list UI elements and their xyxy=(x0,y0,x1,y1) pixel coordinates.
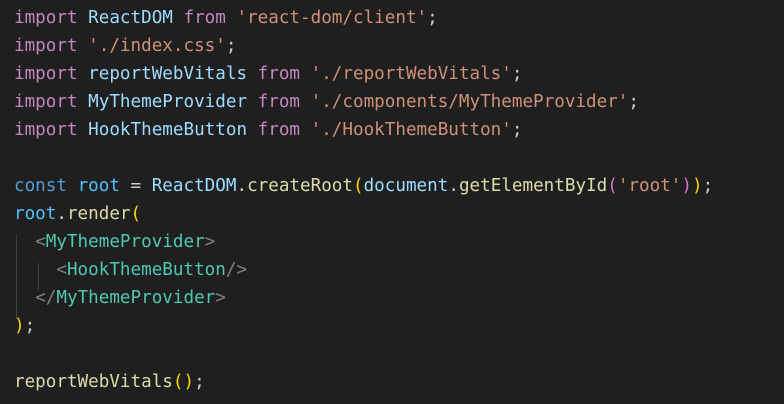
code-token: ; xyxy=(225,36,237,56)
code-token: > xyxy=(215,288,226,308)
code-token: MyThemeProvider xyxy=(56,288,216,308)
code-token: MyThemeProvider xyxy=(88,92,248,112)
code-token: ) xyxy=(14,316,25,336)
code-token: . xyxy=(236,176,248,196)
code-token: document xyxy=(363,176,449,196)
code-token: 'react-dom/client' xyxy=(236,8,428,28)
code-line[interactable]: ); xyxy=(14,312,35,340)
code-token: './HookThemeButton' xyxy=(310,120,512,140)
code-line[interactable]: import reportWebVitals from './reportWeb… xyxy=(14,60,522,88)
code-token: root xyxy=(77,176,120,196)
code-token: import xyxy=(14,36,78,56)
code-token: ) xyxy=(183,372,195,392)
code-token: import xyxy=(14,92,78,112)
code-line[interactable]: const root = ReactDOM.createRoot(documen… xyxy=(14,172,713,200)
code-token: ; xyxy=(24,316,36,336)
code-line[interactable]: root.render( xyxy=(14,200,141,228)
code-line[interactable]: import MyThemeProvider from './component… xyxy=(14,88,639,116)
code-token: './index.css' xyxy=(88,36,226,56)
code-token: = xyxy=(119,176,152,196)
code-token: . xyxy=(448,176,459,196)
code-token: from xyxy=(257,92,301,112)
code-token: < xyxy=(35,232,46,252)
code-token: root xyxy=(14,204,57,224)
code-token: /> xyxy=(225,260,248,280)
code-token: from xyxy=(257,120,301,140)
code-token: render xyxy=(66,204,131,224)
code-token: HookThemeButton xyxy=(66,260,226,280)
code-token: ( xyxy=(607,176,618,196)
code-token: HookThemeButton xyxy=(88,120,248,140)
code-token: reportWebVitals xyxy=(88,64,248,84)
code-token: MyThemeProvider xyxy=(45,232,205,252)
code-line[interactable]: </MyThemeProvider> xyxy=(14,284,226,312)
code-token: ( xyxy=(130,204,142,224)
code-token: ) xyxy=(681,176,692,196)
code-line[interactable]: <MyThemeProvider> xyxy=(14,228,215,256)
code-token: ; xyxy=(194,372,205,392)
code-token: ; xyxy=(702,176,714,196)
code-token: ; xyxy=(427,8,438,28)
code-line[interactable]: <HookThemeButton/> xyxy=(14,256,247,284)
code-token: < xyxy=(56,260,67,280)
code-token: </ xyxy=(35,288,57,308)
code-token: const xyxy=(14,176,67,196)
code-token: import xyxy=(14,120,78,140)
code-line[interactable]: import ReactDOM from 'react-dom/client'; xyxy=(14,4,438,32)
code-token: './reportWebVitals' xyxy=(310,64,512,84)
code-editor[interactable]: import ReactDOM from 'react-dom/client';… xyxy=(0,0,784,404)
code-token: . xyxy=(56,204,67,224)
code-line[interactable]: reportWebVitals(); xyxy=(14,368,205,396)
code-line[interactable]: import HookThemeButton from './HookTheme… xyxy=(14,116,522,144)
code-token: 'root' xyxy=(617,176,682,196)
code-token: ; xyxy=(511,120,523,140)
code-token: ( xyxy=(172,372,184,392)
code-token: from xyxy=(257,64,301,84)
code-token: getElementById xyxy=(458,176,608,196)
code-token: import xyxy=(14,8,78,28)
code-token: ; xyxy=(628,92,639,112)
code-token: ) xyxy=(691,176,703,196)
code-token: createRoot xyxy=(247,176,353,196)
code-token: ReactDOM xyxy=(88,8,173,28)
code-token: reportWebVitals xyxy=(14,372,173,392)
code-token: './components/MyThemeProvider' xyxy=(310,92,629,112)
code-token: ReactDOM xyxy=(151,176,237,196)
code-line[interactable]: import './index.css'; xyxy=(14,32,236,60)
code-token: ; xyxy=(511,64,523,84)
code-token: > xyxy=(204,232,216,252)
code-token: ( xyxy=(353,176,364,196)
code-token: from xyxy=(183,8,226,28)
code-token: import xyxy=(14,64,78,84)
